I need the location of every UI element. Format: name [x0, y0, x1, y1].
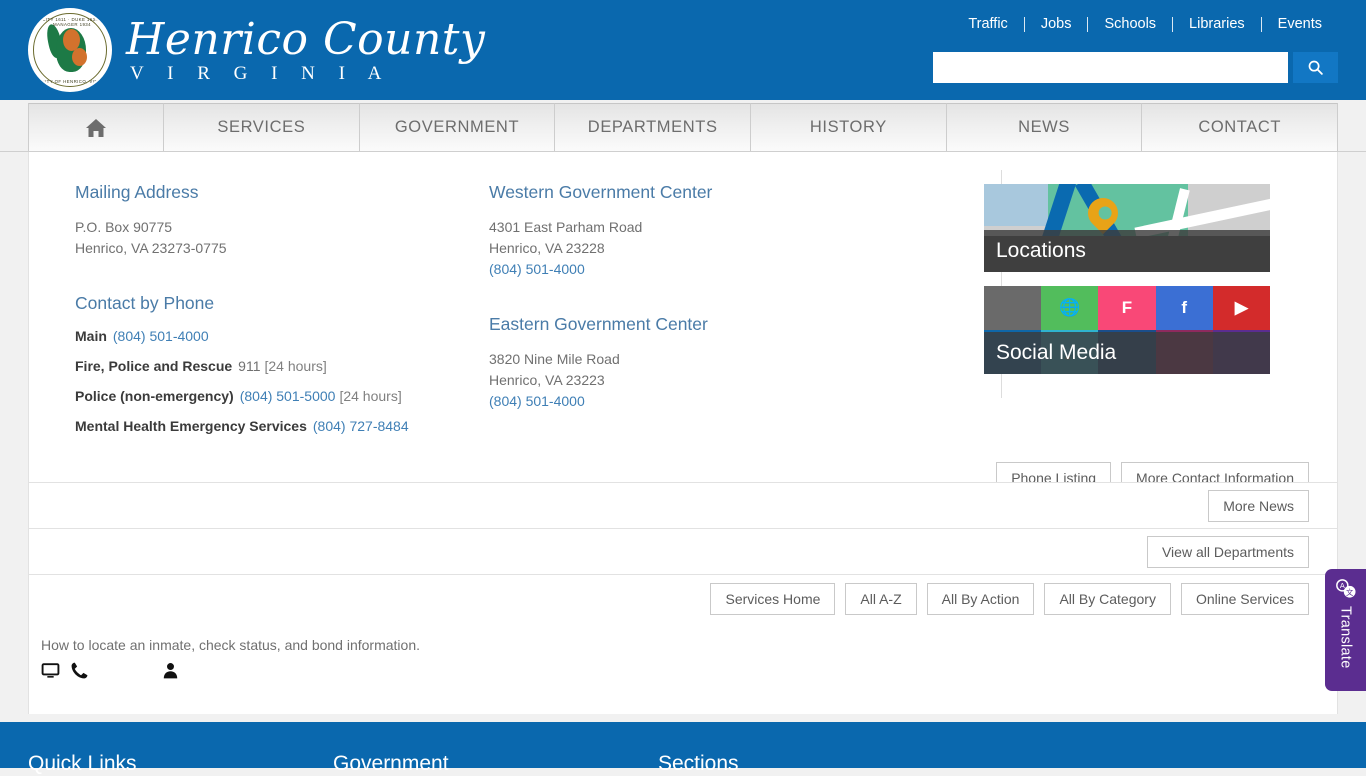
phone-row-fire-police-rescue: Fire, Police and Rescue 911 [24 hours] — [75, 358, 489, 374]
person-icon[interactable] — [161, 661, 180, 680]
eastern-address-line2: Henrico, VA 23223 — [489, 372, 605, 388]
seal-bottom-text: COUNTY OF HENRICO, VIRGINIA — [32, 79, 112, 84]
departments-panel: View all Departments — [28, 528, 1338, 574]
nav-item-history[interactable]: HISTORY — [751, 103, 947, 151]
eastern-government-center-heading[interactable]: Eastern Government Center — [489, 314, 984, 335]
departments-button-row: View all Departments — [1146, 535, 1337, 568]
nav-separator — [1172, 16, 1174, 32]
contact-by-phone-heading[interactable]: Contact by Phone — [75, 293, 489, 314]
western-address-line1: 4301 East Parham Road — [489, 219, 643, 235]
all-by-action-button[interactable]: All By Action — [926, 583, 1035, 615]
phone-number[interactable]: (804) 501-5000 — [240, 388, 336, 404]
utility-nav-item-jobs[interactable]: Jobs — [1025, 16, 1088, 32]
eastern-address-line1: 3820 Nine Mile Road — [489, 351, 620, 367]
phone-number[interactable]: (804) 727-8484 — [313, 418, 409, 434]
phone-label: Mental Health Emergency Services — [75, 418, 307, 434]
phone-row-mental-health: Mental Health Emergency Services (804) 72… — [75, 418, 489, 434]
all-by-category-button[interactable]: All By Category — [1044, 583, 1171, 615]
phone-hours: [24 hours] — [339, 388, 402, 404]
phone-label: Police (non-emergency) — [75, 388, 234, 404]
footer-heading-government: Government — [333, 752, 449, 775]
locations-card-label: Locations — [984, 230, 1270, 272]
search-button[interactable] — [1293, 52, 1338, 83]
contact-left-column: Mailing Address P.O. Box 90775 Henrico, … — [29, 182, 489, 448]
henrico-county-seal-icon: CITY 1611 · DUKE 1634 · MANAGER 1934 COU… — [28, 8, 112, 92]
eastern-phone[interactable]: (804) 501-4000 — [489, 391, 984, 412]
service-icon-row — [29, 653, 1337, 680]
nav-item-news[interactable]: NEWS — [946, 103, 1143, 151]
nav-item-home[interactable] — [28, 103, 164, 151]
translate-icon: A 文 — [1335, 579, 1356, 598]
seal-top-text: CITY 1611 · DUKE 1634 · MANAGER 1934 — [42, 17, 102, 27]
nav-separator — [1260, 16, 1262, 32]
western-address-line2: Henrico, VA 23228 — [489, 240, 605, 256]
services-button-row: Services Home All A-Z All By Action All … — [29, 575, 1337, 615]
contact-right-column: Locations 🌐 F f ▶ 🐦 So — [984, 182, 1314, 448]
news-panel: More News — [28, 482, 1338, 528]
svg-text:文: 文 — [1346, 588, 1354, 597]
footer-heading-quick-links: Quick Links — [28, 752, 137, 775]
translate-label: Translate — [1337, 606, 1354, 669]
translate-tab[interactable]: A 文 Translate — [1325, 569, 1366, 691]
monitor-icon[interactable] — [41, 661, 60, 680]
nav-item-services[interactable]: SERVICES — [164, 103, 360, 151]
contact-grid: Mailing Address P.O. Box 90775 Henrico, … — [29, 152, 1337, 448]
site-title: Henrico County — [126, 13, 486, 65]
services-home-button[interactable]: Services Home — [710, 583, 836, 615]
nav-item-contact[interactable]: CONTACT — [1142, 103, 1339, 151]
utility-nav-item-libraries[interactable]: Libraries — [1173, 16, 1261, 32]
utility-nav-item-traffic[interactable]: Traffic — [952, 16, 1023, 32]
western-government-center-heading[interactable]: Western Government Center — [489, 182, 984, 203]
mailing-address-line1: P.O. Box 90775 — [75, 219, 173, 235]
site-footer: Quick Links Government Sections — [0, 722, 1366, 775]
phone-row-main: Main (804) 501-4000 — [75, 328, 489, 344]
utility-nav: Traffic Jobs Schools Libraries Events — [952, 16, 1338, 32]
nav-separator — [1023, 16, 1025, 32]
utility-nav-item-events[interactable]: Events — [1262, 16, 1338, 32]
service-description: How to locate an inmate, check status, a… — [41, 637, 420, 653]
all-a-z-button[interactable]: All A-Z — [845, 583, 917, 615]
nav-item-departments[interactable]: DEPARTMENTS — [555, 103, 752, 151]
mailing-address-heading[interactable]: Mailing Address — [75, 182, 489, 203]
search-input[interactable] — [933, 52, 1288, 83]
nav-item-government[interactable]: GOVERNMENT — [359, 103, 556, 151]
mailing-address-line2: Henrico, VA 23273-0775 — [75, 240, 227, 256]
phone-label: Main — [75, 328, 107, 344]
search-bar — [933, 52, 1338, 83]
phone-number[interactable]: (804) 501-4000 — [113, 328, 209, 344]
online-services-button[interactable]: Online Services — [1180, 583, 1309, 615]
services-panel: Services Home All A-Z All By Action All … — [28, 574, 1338, 714]
svg-text:A: A — [1339, 581, 1344, 590]
phone-icon[interactable] — [70, 661, 89, 680]
more-news-button[interactable]: More News — [1208, 489, 1309, 522]
footer-heading-sections: Sections — [658, 752, 739, 775]
contact-middle-column: Western Government Center 4301 East Parh… — [489, 182, 984, 448]
facebook-icon: f — [1155, 286, 1213, 330]
wordmark: Henrico County V I R G I N I A — [126, 13, 486, 84]
phone-label: Fire, Police and Rescue — [75, 358, 233, 374]
contact-panel: Mailing Address P.O. Box 90775 Henrico, … — [28, 152, 1338, 494]
social-media-card-label: Social Media — [984, 332, 1270, 374]
locations-card[interactable]: Locations — [984, 184, 1270, 272]
view-all-departments-button[interactable]: View all Departments — [1146, 535, 1309, 568]
nav-separator — [1087, 16, 1089, 32]
home-icon — [86, 118, 106, 137]
site-logo[interactable]: CITY 1611 · DUKE 1634 · MANAGER 1934 COU… — [28, 8, 485, 92]
tile-blank — [984, 286, 1042, 330]
phone-hours: [24 hours] — [264, 358, 327, 374]
social-media-card[interactable]: 🌐 F f ▶ 🐦 Social Media — [984, 286, 1270, 374]
utility-nav-item-schools[interactable]: Schools — [1088, 16, 1172, 32]
search-icon — [1308, 60, 1323, 75]
foursquare-icon: F — [1098, 286, 1156, 330]
globe-icon: 🌐 — [1041, 286, 1099, 330]
site-subtitle: V I R G I N I A — [130, 62, 391, 84]
site-header: CITY 1611 · DUKE 1634 · MANAGER 1934 COU… — [0, 0, 1366, 100]
main-navigation: SERVICES GOVERNMENT DEPARTMENTS HISTORY … — [0, 100, 1366, 152]
phone-number: 911 — [238, 358, 261, 374]
western-phone[interactable]: (804) 501-4000 — [489, 259, 984, 280]
news-button-row: More News — [1208, 489, 1337, 522]
phone-row-police-non-emergency: Police (non-emergency) (804) 501-5000 [24 … — [75, 388, 489, 404]
youtube-icon: ▶ — [1212, 286, 1270, 330]
